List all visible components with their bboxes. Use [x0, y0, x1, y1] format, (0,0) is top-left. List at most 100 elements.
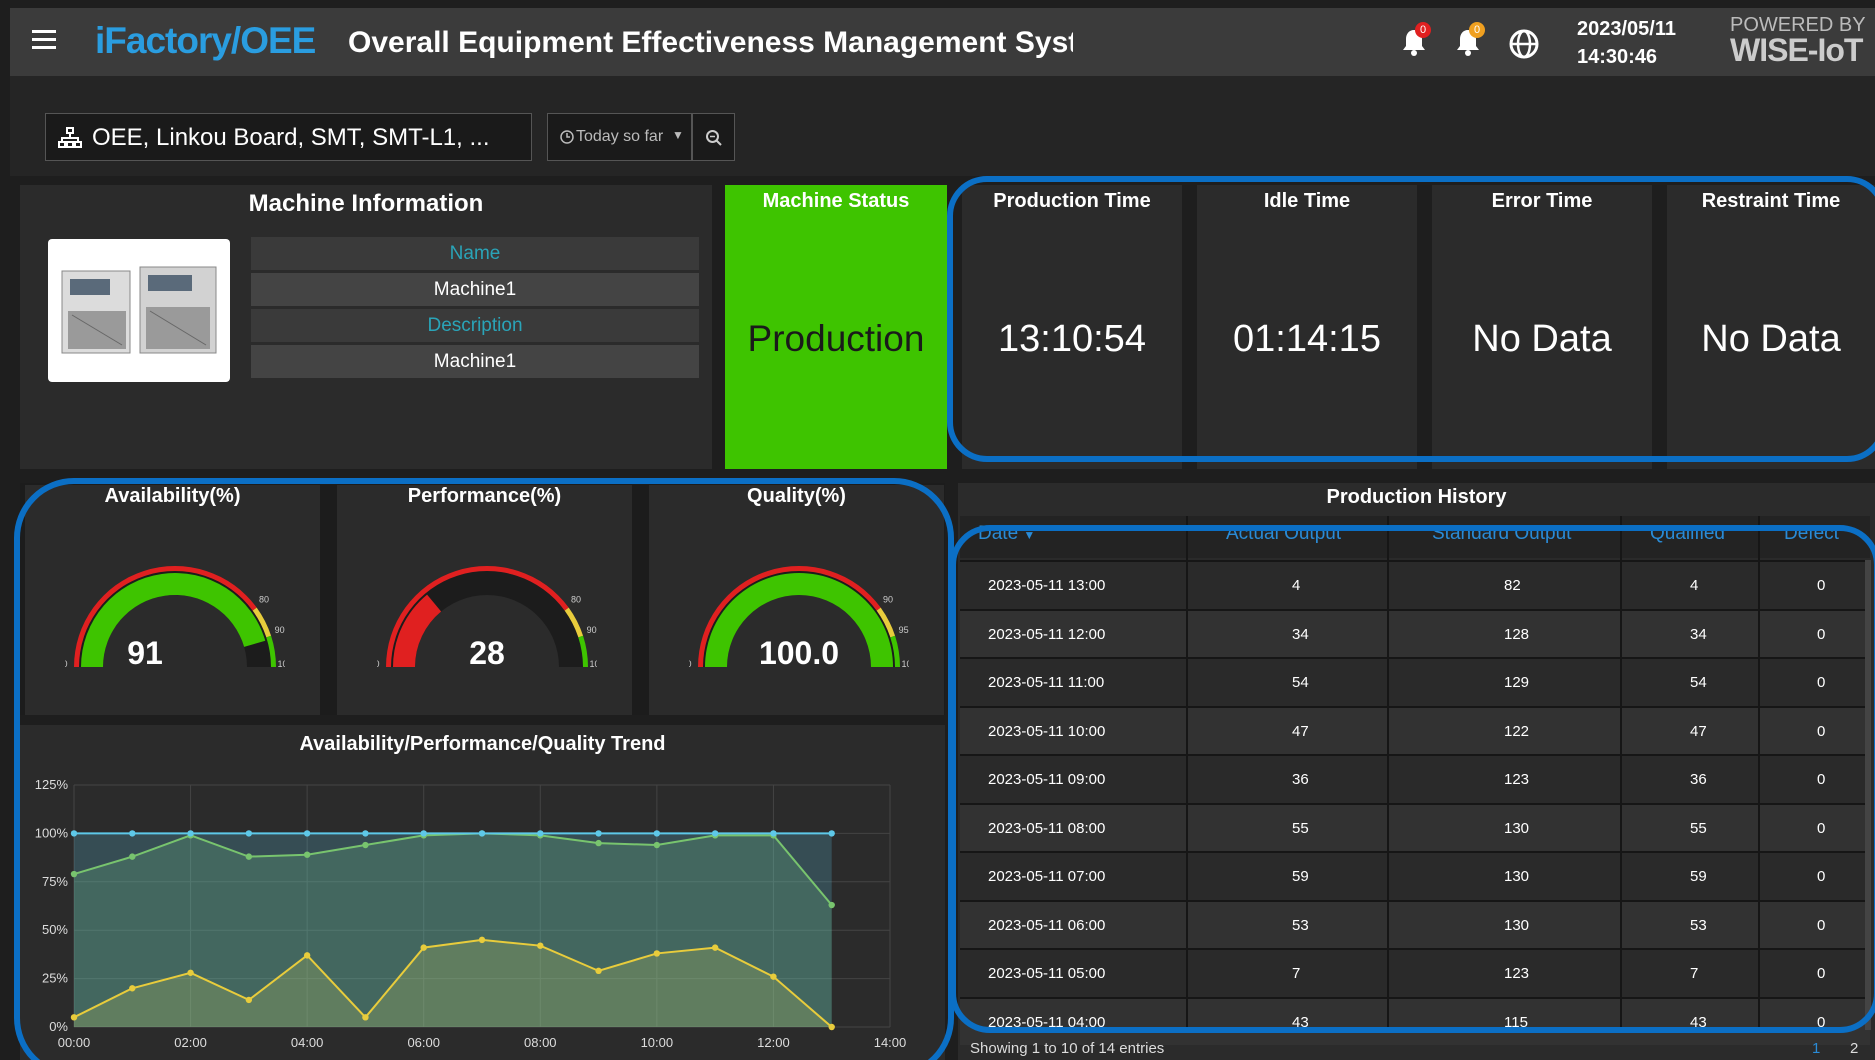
data-point — [70, 870, 78, 878]
sort-desc-icon: ▼ — [1023, 528, 1036, 542]
table-row[interactable]: 2023-05-11 08:00 55 130 55 0 — [960, 802, 1870, 851]
data-point — [770, 973, 777, 980]
table-row[interactable]: 2023-05-11 09:00 36 123 36 0 — [960, 754, 1870, 802]
table-cell: 59 — [1292, 868, 1309, 885]
table-row[interactable]: 2023-05-11 04:00 43 115 43 0 — [960, 996, 1870, 1045]
gauge-tick-label: 80 — [259, 594, 269, 604]
table-cell: 59 — [1690, 868, 1707, 885]
data-point — [70, 830, 78, 837]
gauge-title: Quality(%) — [747, 485, 846, 507]
table-cell: 2023-05-11 13:00 — [988, 577, 1106, 594]
time-card-value: No Data — [1472, 318, 1612, 360]
notification-button[interactable]: 0 — [1453, 22, 1487, 62]
table-cell: 43 — [1292, 1013, 1309, 1031]
x-tick-label: 14:00 — [874, 1035, 907, 1050]
hierarchy-icon — [58, 127, 82, 148]
trend-chart-title: Availability/Performance/Quality Trend — [299, 733, 666, 755]
data-point — [595, 839, 602, 847]
machine-status-title: Machine Status — [762, 190, 910, 212]
table-row[interactable]: 2023-05-11 05:00 7 123 7 0 — [960, 948, 1870, 996]
alarm-button[interactable]: 0 — [1399, 22, 1433, 62]
table-cell: 123 — [1504, 965, 1530, 982]
data-point — [828, 830, 835, 837]
pagination-page-2[interactable]: 2 — [1850, 1040, 1858, 1057]
table-cell: 53 — [1690, 916, 1707, 934]
table-cell: 130 — [1504, 916, 1530, 934]
machine-status-value: Production — [747, 318, 925, 359]
alarm-badge: 0 — [1415, 22, 1431, 38]
table-cell: 36 — [1292, 771, 1309, 788]
table-row[interactable]: 2023-05-11 10:00 47 122 47 0 — [960, 705, 1870, 754]
gauge-tick-label: 0 — [377, 659, 380, 669]
column-divider — [1620, 516, 1622, 1030]
table-cell: 2023-05-11 12:00 — [988, 625, 1106, 643]
column-divider — [1387, 516, 1389, 1030]
y-tick-label: 50% — [42, 922, 68, 937]
machine-info-panel: Machine Information Name Machine1 Descri… — [20, 185, 712, 469]
table-row[interactable]: 2023-05-11 12:00 34 128 34 0 — [960, 608, 1870, 657]
table-cell: 2023-05-11 07:00 — [988, 868, 1106, 885]
table-cell: 7 — [1292, 965, 1301, 982]
language-button[interactable] — [1508, 28, 1540, 65]
data-point — [303, 851, 311, 858]
table-cell: 55 — [1292, 819, 1309, 837]
search-button[interactable] — [692, 113, 735, 161]
gauge-dial: 0 80 90 100 — [65, 566, 285, 669]
table-cell: 55 — [1690, 819, 1707, 837]
table-cell: 4 — [1292, 577, 1301, 594]
notification-badge: 0 — [1469, 22, 1485, 38]
table-row[interactable]: 2023-05-11 07:00 59 130 59 0 — [960, 851, 1870, 899]
location-text: OEE, Linkou Board, SMT, SMT-L1, ... — [92, 124, 490, 151]
column-header-standard-output[interactable]: Standard Output — [1432, 523, 1571, 545]
table-scrollbar[interactable] — [1865, 560, 1871, 1030]
table-cell: 0 — [1817, 771, 1826, 788]
data-point — [478, 936, 486, 944]
table-cell: 4 — [1690, 577, 1699, 594]
gauge-value: 28 — [469, 635, 505, 671]
table-row[interactable]: 2023-05-11 11:00 54 129 54 0 — [960, 657, 1870, 705]
time-card-value: 13:10:54 — [998, 318, 1146, 360]
time-card-label: Production Time — [993, 190, 1151, 212]
location-selector[interactable]: OEE, Linkou Board, SMT, SMT-L1, ... — [45, 113, 532, 161]
pagination-page-1[interactable]: 1 — [1812, 1040, 1820, 1057]
gauge-tick-label: 100 — [901, 659, 909, 669]
data-point — [770, 830, 777, 837]
data-point — [537, 942, 544, 949]
table-row[interactable]: 2023-05-11 06:00 53 130 53 0 — [960, 899, 1870, 948]
table-cell: 0 — [1817, 819, 1826, 837]
gauge-tick-label: 90 — [275, 625, 285, 635]
current-date: 2023/05/11 — [1577, 18, 1676, 40]
production-history-title: Production History — [1326, 486, 1507, 508]
x-tick-label: 10:00 — [641, 1035, 674, 1050]
machine-info-title: Machine Information — [248, 190, 484, 217]
gauge-tick-label: 90 — [587, 625, 597, 635]
column-header-defect[interactable]: Defect — [1784, 523, 1839, 545]
data-point — [478, 830, 486, 837]
history-header-row — [960, 516, 1870, 558]
trend-chart: 0% 25% 50% 75% 100% 125% 00:00 02:00 04:00 06:00 0… — [35, 777, 907, 1050]
menu-icon[interactable] — [32, 30, 56, 50]
table-row[interactable]: 2023-05-11 13:00 4 82 4 0 — [960, 560, 1870, 608]
gauge-dial: 0 90 95 100 — [689, 566, 909, 669]
table-cell: 7 — [1690, 965, 1699, 982]
y-tick-label: 75% — [42, 874, 68, 889]
x-tick-label: 12:00 — [757, 1035, 790, 1050]
data-point — [362, 830, 369, 837]
data-point — [653, 950, 661, 957]
table-cell: 47 — [1690, 722, 1707, 740]
gauge-value: 100.0 — [758, 635, 840, 671]
gauge-tick-label: 90 — [883, 594, 893, 604]
table-cell: 54 — [1292, 674, 1309, 691]
data-point — [595, 830, 602, 837]
machine-status-panel: Machine Status Production — [725, 185, 947, 469]
data-point — [70, 1014, 78, 1021]
time-range-dropdown[interactable]: Today so far ▼ — [547, 113, 692, 161]
data-point — [828, 901, 835, 909]
brand-logo: iFactory/OEE — [95, 20, 316, 61]
column-header-actual-output[interactable]: Actual Output — [1226, 523, 1341, 545]
machine-name-value: Machine1 — [251, 273, 699, 306]
time-card-restraint: Restraint Time No Data — [1667, 185, 1875, 469]
column-header-date[interactable]: Date ▼ — [978, 523, 1035, 545]
table-cell: 0 — [1817, 965, 1826, 982]
column-header-qualified[interactable]: Qualified — [1650, 523, 1725, 545]
